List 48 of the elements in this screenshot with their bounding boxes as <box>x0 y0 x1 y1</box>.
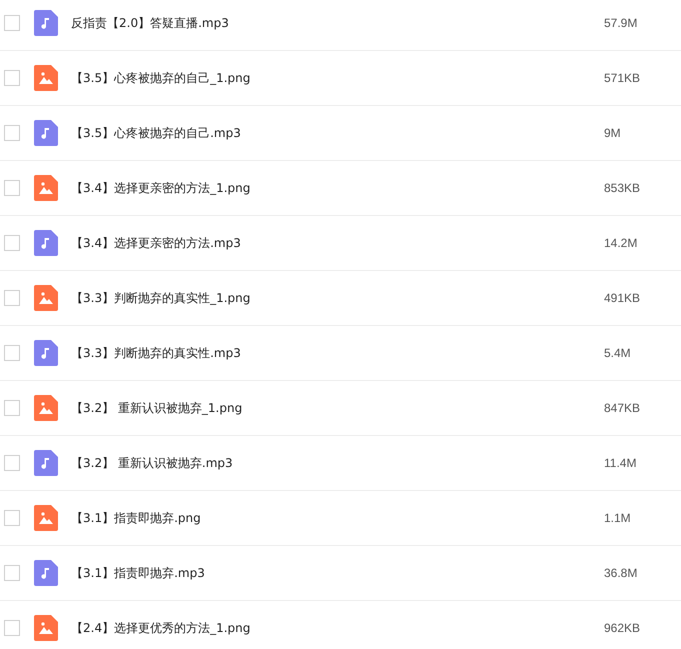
checkbox[interactable] <box>4 400 20 416</box>
file-size: 11.4M <box>604 455 638 472</box>
image-file-icon <box>34 65 58 91</box>
file-size: 36.8M <box>604 565 638 582</box>
checkbox[interactable] <box>4 565 20 581</box>
image-file-icon <box>34 175 58 201</box>
music-file-icon <box>34 10 58 36</box>
checkbox[interactable] <box>4 15 20 31</box>
image-file-icon <box>34 615 58 641</box>
file-size: 9M <box>604 125 622 142</box>
file-name[interactable]: 【3.3】判断抛弃的真实性_1.png <box>71 289 604 307</box>
file-size: 1.1M <box>604 510 632 527</box>
file-name[interactable]: 【3.1】指责即抛弃.png <box>71 509 604 527</box>
file-name[interactable]: 【3.5】心疼被抛弃的自己.mp3 <box>71 124 604 142</box>
checkbox[interactable] <box>4 290 20 306</box>
checkbox[interactable] <box>4 70 20 86</box>
checkbox[interactable] <box>4 510 20 526</box>
file-size: 5.4M <box>604 345 632 362</box>
file-name[interactable]: 【3.4】选择更亲密的方法.mp3 <box>71 234 604 252</box>
music-file-icon <box>34 340 58 366</box>
file-name[interactable]: 【3.5】心疼被抛弃的自己_1.png <box>71 69 604 87</box>
file-name[interactable]: 【3.1】指责即抛弃.mp3 <box>71 564 604 582</box>
file-size: 57.9M <box>604 15 638 32</box>
file-size: 847KB <box>604 400 642 417</box>
file-size: 853KB <box>604 180 642 197</box>
file-name[interactable]: 反指责【2.0】答疑直播.mp3 <box>71 14 604 32</box>
file-size: 571KB <box>604 70 642 87</box>
checkbox[interactable] <box>4 180 20 196</box>
file-size: 962KB <box>604 620 642 637</box>
checkbox[interactable] <box>4 345 20 361</box>
image-file-icon <box>34 285 58 311</box>
image-file-icon <box>34 505 58 531</box>
checkbox[interactable] <box>4 455 20 471</box>
file-name[interactable]: 【2.4】选择更优秀的方法_1.png <box>71 619 604 637</box>
music-file-icon <box>34 560 58 586</box>
file-size: 491KB <box>604 290 642 307</box>
music-file-icon <box>34 450 58 476</box>
checkbox[interactable] <box>4 125 20 141</box>
music-file-icon <box>34 120 58 146</box>
file-name[interactable]: 【3.3】判断抛弃的真实性.mp3 <box>71 344 604 362</box>
checkbox[interactable] <box>4 235 20 251</box>
checkbox[interactable] <box>4 620 20 636</box>
file-name[interactable]: 【3.2】 重新认识被抛弃_1.png <box>71 399 604 417</box>
file-name[interactable]: 【3.4】选择更亲密的方法_1.png <box>71 179 604 197</box>
music-file-icon <box>34 230 58 256</box>
file-name[interactable]: 【3.2】 重新认识被抛弃.mp3 <box>71 454 604 472</box>
image-file-icon <box>34 395 58 421</box>
file-size: 14.2M <box>604 235 638 252</box>
